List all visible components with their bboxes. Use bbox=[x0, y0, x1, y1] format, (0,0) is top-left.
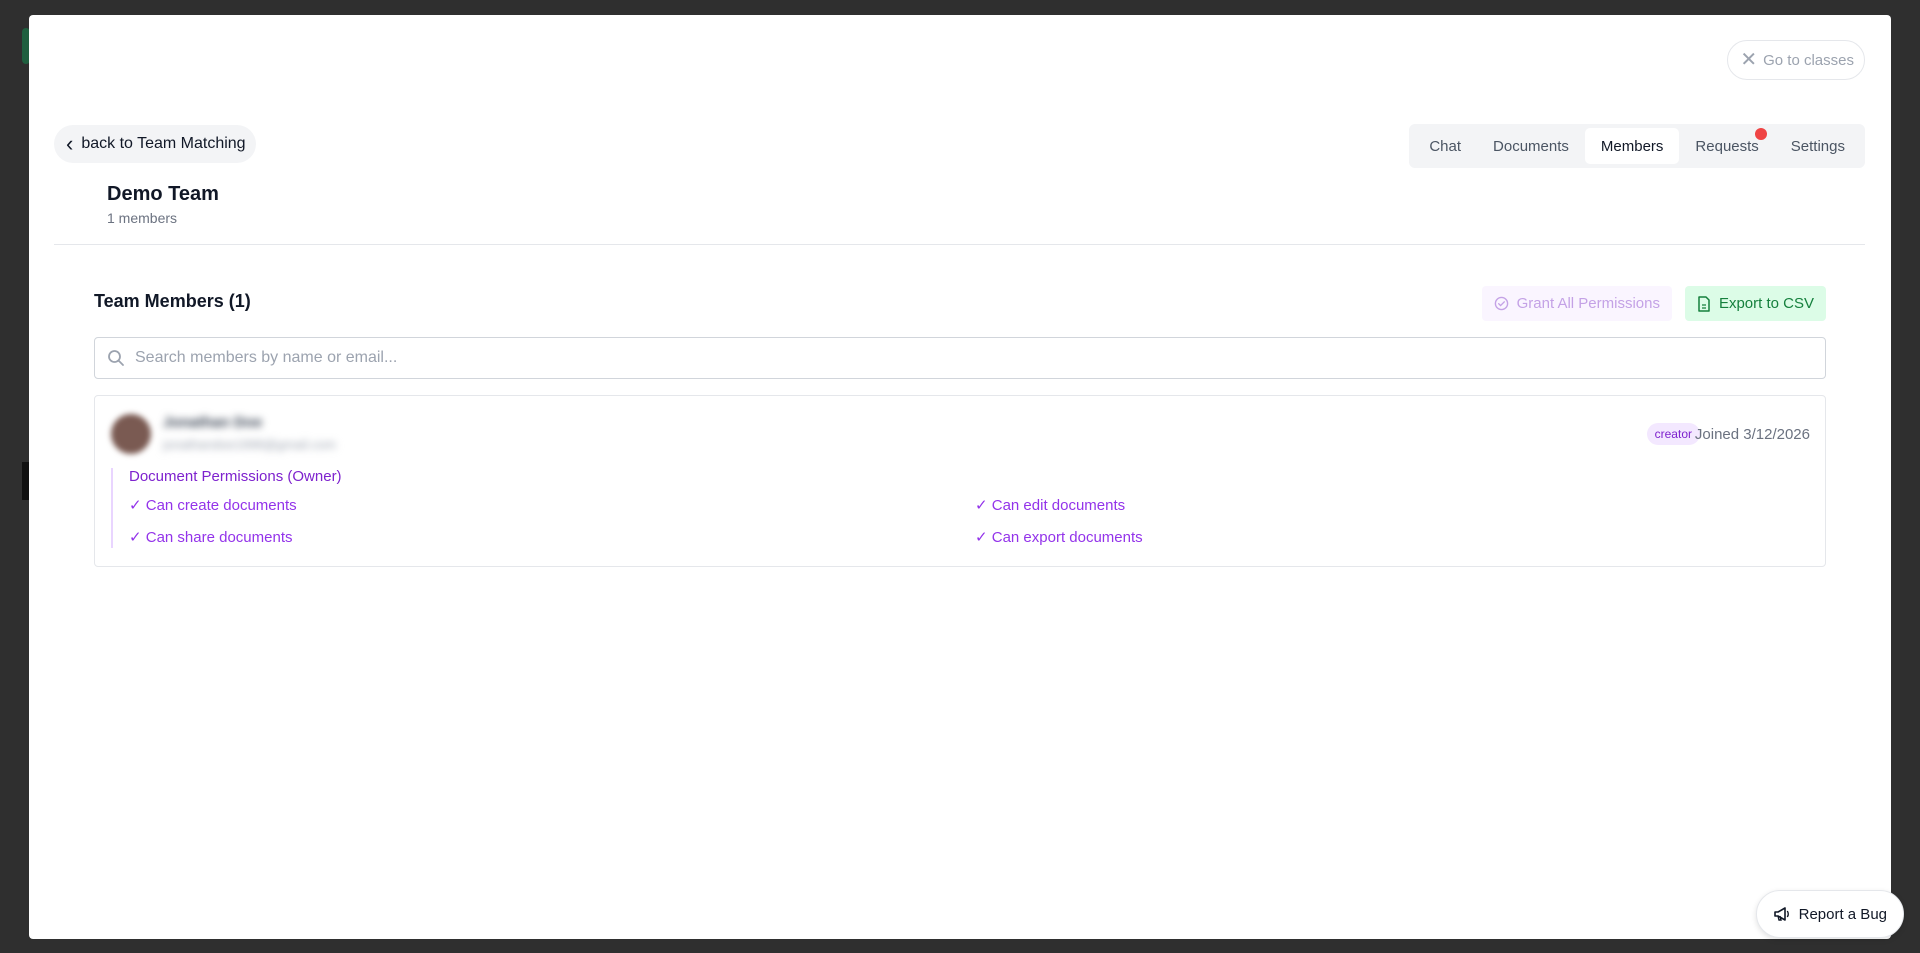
tab-chat-label: Chat bbox=[1429, 137, 1462, 155]
export-to-csv-button[interactable]: Export to CSV bbox=[1684, 286, 1826, 321]
team-name: Demo Team bbox=[107, 183, 219, 205]
permission-create: ✓ Can create documents bbox=[129, 497, 297, 514]
permissions-title: Document Permissions (Owner) bbox=[129, 468, 342, 485]
joined-date: Joined 3/12/2026 bbox=[1694, 426, 1810, 443]
chevron-left-icon: ‹ bbox=[66, 131, 74, 156]
grant-all-label: Grant All Permissions bbox=[1516, 295, 1660, 312]
role-badge: creator bbox=[1646, 423, 1700, 445]
tab-members[interactable]: Members bbox=[1584, 128, 1680, 164]
tab-documents[interactable]: Documents bbox=[1477, 128, 1585, 164]
document-permissions: Document Permissions (Owner) ✓ Can creat… bbox=[111, 468, 1809, 548]
permission-share: ✓ Can share documents bbox=[129, 529, 293, 546]
back-to-team-matching-button[interactable]: ‹ back to Team Matching bbox=[54, 125, 256, 163]
team-modal: ✕ Go to classes ‹ back to Team Matching … bbox=[29, 15, 1891, 939]
back-button-label: back to Team Matching bbox=[81, 135, 246, 152]
tab-members-label: Members bbox=[1600, 137, 1664, 155]
go-to-classes-button[interactable]: ✕ Go to classes bbox=[1727, 40, 1865, 80]
search-input[interactable] bbox=[135, 349, 1825, 367]
team-member-count: 1 members bbox=[107, 210, 178, 226]
permission-edit: ✓ Can edit documents bbox=[975, 497, 1126, 514]
report-bug-label: Report a Bug bbox=[1798, 905, 1887, 923]
export-label: Export to CSV bbox=[1718, 295, 1814, 312]
tab-requests-label: Requests bbox=[1695, 137, 1759, 155]
grant-all-permissions-button[interactable]: Grant All Permissions bbox=[1481, 286, 1672, 321]
member-card: Jonathan Doe jonathandoe1998@gmail.com c… bbox=[94, 395, 1826, 567]
tab-requests[interactable]: Requests bbox=[1679, 128, 1774, 164]
avatar bbox=[111, 414, 151, 454]
check-circle-icon bbox=[1494, 296, 1509, 311]
member-search bbox=[94, 337, 1826, 379]
tab-settings[interactable]: Settings bbox=[1775, 128, 1861, 164]
search-icon bbox=[107, 349, 125, 367]
tab-settings-label: Settings bbox=[1790, 137, 1845, 155]
header-divider bbox=[54, 244, 1865, 245]
team-tabs: Chat Documents Members Requests Settings bbox=[1409, 124, 1865, 168]
megaphone-icon bbox=[1773, 906, 1791, 922]
file-icon bbox=[1697, 295, 1711, 312]
notification-dot bbox=[1754, 128, 1767, 140]
member-email: jonathandoe1998@gmail.com bbox=[163, 437, 336, 452]
permission-export: ✓ Can export documents bbox=[975, 529, 1143, 546]
member-name: Jonathan Doe bbox=[163, 414, 263, 431]
tab-chat[interactable]: Chat bbox=[1413, 128, 1477, 164]
report-a-bug-button[interactable]: Report a Bug bbox=[1755, 890, 1904, 938]
team-members-title: Team Members (1) bbox=[94, 291, 251, 311]
tab-documents-label: Documents bbox=[1493, 137, 1569, 155]
close-icon: ✕ bbox=[1740, 49, 1758, 71]
go-to-classes-label: Go to classes bbox=[1763, 51, 1854, 69]
